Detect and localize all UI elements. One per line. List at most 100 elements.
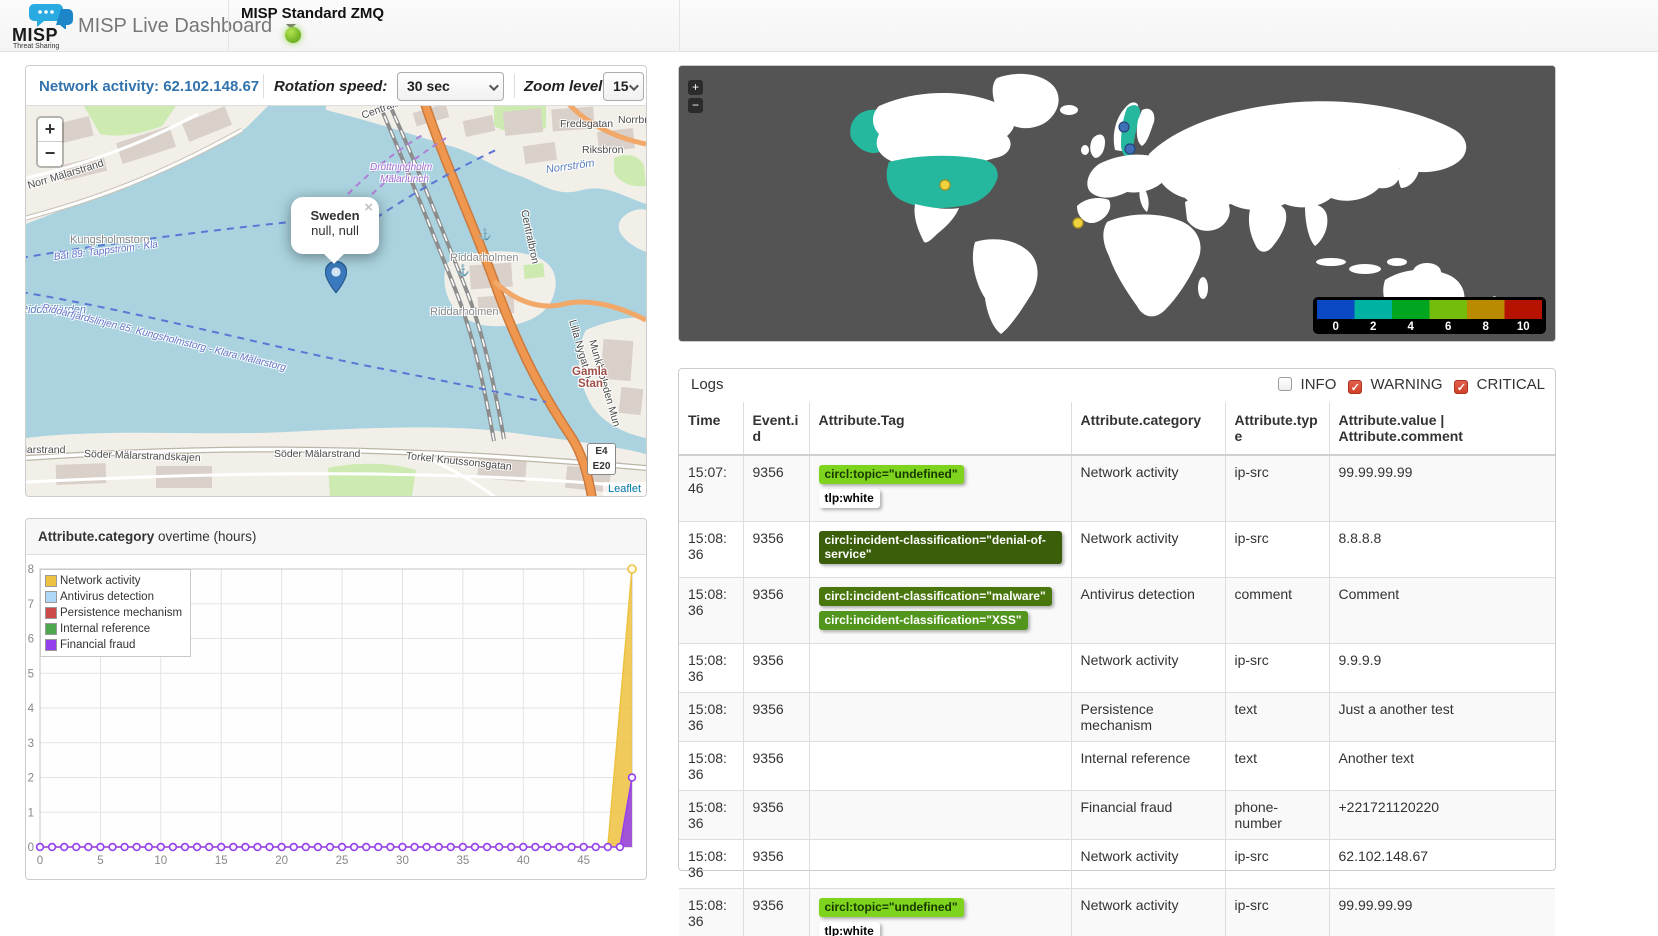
data-point xyxy=(508,844,515,851)
cell-value: 62.102.148.67 xyxy=(1329,840,1555,889)
cell-category: Network activity xyxy=(1071,455,1225,522)
zoom-level-select[interactable]: 15 xyxy=(603,72,644,101)
cell-event-id: 9356 xyxy=(743,791,809,840)
legend-item: Network activity xyxy=(45,573,182,589)
leaflet-map[interactable]: CentralbronCentralbronFredsgatanRiksbron… xyxy=(26,106,646,496)
attribute-tag-chip: circl:incident-classification="XSS" xyxy=(819,611,1028,630)
map-label: Mälarstrand xyxy=(26,444,65,456)
legend-item: Antivirus detection xyxy=(45,589,182,605)
filter-info[interactable]: INFO xyxy=(1278,376,1336,393)
legend-swatch xyxy=(45,623,57,635)
chart-title-bold: Attribute.category xyxy=(38,529,154,544)
data-point xyxy=(49,844,56,851)
zoom-out-button[interactable]: − xyxy=(38,142,62,166)
data-point xyxy=(363,844,370,851)
data-point xyxy=(314,844,321,851)
data-point xyxy=(206,844,213,851)
world-map-graphics: 0246810 xyxy=(679,66,1555,341)
log-row: 15:08:369356Network activityip-src62.102… xyxy=(679,840,1555,889)
logs-table: TimeEvent.idAttribute.TagAttribute.categ… xyxy=(679,402,1555,936)
data-point xyxy=(459,844,466,851)
cell-event-id: 9356 xyxy=(743,840,809,889)
header-separator xyxy=(514,74,515,98)
cell-type: ip-src xyxy=(1225,455,1329,522)
cell-tags: circl:incident-classification="denial-of… xyxy=(809,522,1071,577)
data-point xyxy=(145,844,152,851)
y-tick-label: 5 xyxy=(28,668,34,680)
x-tick-label: 25 xyxy=(336,855,349,867)
data-point xyxy=(520,844,527,851)
legend-label: Antivirus detection xyxy=(60,591,154,603)
nav-zmq-status: MISP Standard ZMQ xyxy=(228,0,680,52)
chart-panel-header: Attribute.category overtime (hours) xyxy=(26,519,646,555)
tag-line: tlp:white xyxy=(819,489,1062,508)
misp-logo[interactable]: MISP Threat Sharing xyxy=(10,1,76,51)
checkbox-checked-icon[interactable]: ✓ xyxy=(1348,380,1362,394)
worldmap-zoom-control: + − xyxy=(688,80,703,116)
data-point xyxy=(484,844,491,851)
cell-tags xyxy=(809,644,1071,693)
cell-tags: circl:topic="undefined"tlp:white xyxy=(809,455,1071,522)
event-location-dot xyxy=(1125,144,1135,154)
data-point xyxy=(339,844,346,851)
worldmap-zoom-out-button[interactable]: − xyxy=(688,98,703,113)
popup-subtitle: null, null xyxy=(291,223,379,238)
cell-event-id: 9356 xyxy=(743,644,809,693)
column-header: Event.id xyxy=(743,402,809,455)
anchor-icon: ⚓ xyxy=(478,228,492,241)
map-marker-icon[interactable] xyxy=(325,260,347,294)
cell-tags: circl:incident-classification="malware" c… xyxy=(809,577,1071,643)
leaflet-attribution-link[interactable]: Leaflet xyxy=(603,482,646,496)
map-label: Norrbron xyxy=(618,114,646,126)
cell-category: Internal reference xyxy=(1071,742,1225,791)
x-tick-label: 35 xyxy=(456,855,469,867)
checkbox-checked-icon[interactable]: ✓ xyxy=(1454,380,1468,394)
attribute-tag-chip: circl:incident-classification="denial-of… xyxy=(819,531,1062,563)
log-level-filters: INFO ✓ WARNING ✓ CRITICAL xyxy=(1266,376,1545,394)
worldmap-zoom-in-button[interactable]: + xyxy=(688,80,703,95)
tag-line: circl:incident-classification="XSS" xyxy=(819,611,1062,630)
zoom-in-button[interactable]: + xyxy=(38,118,62,142)
y-tick-label: 7 xyxy=(28,599,34,611)
logs-title: Logs xyxy=(691,376,724,393)
map-label: Stan xyxy=(578,378,603,390)
rotation-speed-select[interactable]: 30 sec xyxy=(397,72,504,101)
map-label: Fredsgatan xyxy=(560,118,613,130)
x-tick-label: 10 xyxy=(154,855,167,867)
tag-line: tlp:white xyxy=(819,922,1062,936)
data-point xyxy=(157,844,164,851)
legend-tick: 8 xyxy=(1483,321,1490,333)
filter-critical[interactable]: ✓ CRITICAL xyxy=(1454,376,1545,393)
close-icon[interactable]: × xyxy=(364,199,373,216)
map-zoom-control: + − xyxy=(36,116,64,168)
legend-label: Financial fraud xyxy=(60,639,135,651)
y-tick-label: 3 xyxy=(28,738,34,750)
filter-warning[interactable]: ✓ WARNING xyxy=(1348,376,1442,393)
data-point xyxy=(61,844,68,851)
world-map-panel[interactable]: 0246810 + − xyxy=(678,65,1556,342)
data-point xyxy=(254,844,261,851)
legend-tick: 2 xyxy=(1370,321,1376,333)
cell-event-id: 9356 xyxy=(743,522,809,577)
cell-type: ip-src xyxy=(1225,522,1329,577)
cell-category: Antivirus detection xyxy=(1071,577,1225,643)
column-header: Attribute.Tag xyxy=(809,402,1071,455)
x-tick-label: 20 xyxy=(275,855,288,867)
legend-swatch xyxy=(1430,300,1468,319)
y-tick-label: 6 xyxy=(28,634,34,646)
map-label: Söder Mälarstrand xyxy=(274,448,360,460)
attribute-tag-chip: circl:incident-classification="malware" xyxy=(819,587,1052,606)
cell-category: Network activity xyxy=(1071,840,1225,889)
legend-swatch xyxy=(45,639,57,651)
data-point xyxy=(37,844,44,851)
legend-label: Internal reference xyxy=(60,623,150,635)
data-point xyxy=(556,844,563,851)
y-tick-label: 8 xyxy=(28,564,34,576)
data-point xyxy=(544,844,551,851)
cell-value: Just a another test xyxy=(1329,693,1555,742)
cell-value: Comment xyxy=(1329,577,1555,643)
data-point xyxy=(121,844,128,851)
event-location-dot xyxy=(940,180,950,190)
checkbox-unchecked-icon[interactable] xyxy=(1278,377,1292,391)
data-point xyxy=(133,844,140,851)
